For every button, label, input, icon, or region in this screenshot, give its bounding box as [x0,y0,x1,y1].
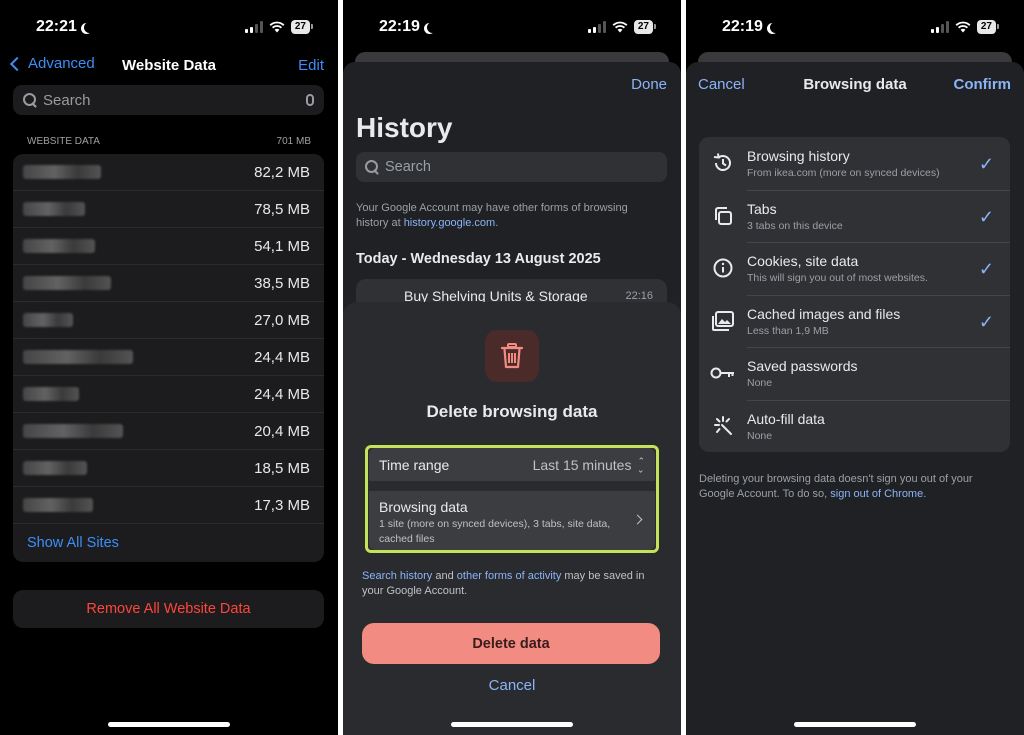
history-item-time: 22:16 [625,290,653,302]
list-item[interactable]: 82,2 MB [13,154,324,191]
blurred-site-name [23,424,123,438]
section-total: 701 MB [276,136,311,147]
list-item[interactable]: Browsing history From ikea.com (more on s… [699,137,1010,190]
list-item[interactable]: Auto-fill data None [699,399,1010,453]
status-time: 22:19 [379,18,420,35]
moon-icon [84,22,95,33]
battery-icon: 27 [633,20,657,34]
search-history-link[interactable]: Search history [362,570,432,582]
list-item[interactable]: Cached images and files Less than 1,9 MB … [699,294,1010,348]
nav-bar: Advanced Website Data Edit [0,55,338,77]
list-item[interactable]: 24,4 MB [13,339,324,376]
list-item[interactable]: 24,4 MB [13,376,324,413]
status-time: 22:19 [722,18,763,35]
blurred-site-name [23,498,93,512]
list-item[interactable]: 54,1 MB [13,228,324,265]
wifi-icon [612,21,628,33]
status-bar: 22:19 27 [686,0,1024,56]
history-google-link[interactable]: history.google.com [404,217,496,229]
autofill-icon [699,415,747,437]
battery-icon: 27 [290,20,314,34]
history-screen: 22:19 27 Done History Search Your Google… [343,0,681,735]
wifi-icon [269,21,285,33]
done-button[interactable]: Done [631,76,667,93]
status-bar: 22:21 27 [0,0,338,56]
microphone-icon[interactable] [306,94,314,106]
tabs-icon [699,205,747,227]
search-placeholder: Search [43,91,91,109]
account-note: Your Google Account may have other forms… [356,202,628,229]
nav-bar: Cancel Browsing data Confirm [686,76,1024,96]
moon-icon [770,22,781,33]
delete-data-button[interactable]: Delete data [362,623,660,664]
website-list: 82,2 MB 78,5 MB 54,1 MB 38,5 MB 27,0 MB … [13,154,324,562]
data-type-list: Browsing history From ikea.com (more on s… [699,137,1010,452]
blurred-site-name [23,202,85,216]
section-header: WEBSITE DATA 701 MB [27,136,311,147]
blurred-site-name [23,165,101,179]
image-icon [699,310,747,332]
status-time: 22:21 [36,18,77,35]
home-indicator [451,722,573,727]
blurred-site-name [23,276,111,290]
home-indicator [108,722,230,727]
trash-icon [485,330,539,382]
cellular-signal-icon [244,21,263,33]
list-item[interactable]: 17,3 MB [13,487,324,524]
cellular-signal-icon [587,21,606,33]
info-icon [699,257,747,279]
history-icon [699,152,747,174]
show-all-sites-link[interactable]: Show All Sites [13,524,324,562]
list-item[interactable]: 20,4 MB [13,413,324,450]
blurred-site-name [23,239,95,253]
list-item[interactable]: Cookies, site data This will sign you out… [699,242,1010,295]
blurred-site-name [23,313,73,327]
wifi-icon [955,21,971,33]
highlight-box [365,445,659,553]
website-data-screen: 22:21 27 Advanced Website Data Edit Sear… [0,0,338,735]
browsing-data-screen: 22:19 27 Cancel Browsing data Confirm Br… [686,0,1024,735]
page-title: Website Data [122,57,216,74]
blurred-site-name [23,350,133,364]
footer-note: Deleting your browsing data doesn't sign… [699,473,973,500]
search-placeholder: Search [385,159,431,175]
search-icon [23,93,37,107]
search-icon [365,160,379,174]
status-bar: 22:19 27 [343,0,681,56]
list-item[interactable]: 27,0 MB [13,302,324,339]
checkmark-icon: ✓ [978,154,994,174]
activity-note: Search history and other forms of activi… [362,570,645,597]
blurred-site-name [23,387,79,401]
other-activity-link[interactable]: other forms of activity [457,570,562,582]
search-input[interactable]: Search [13,85,324,115]
checkmark-icon: ✓ [978,206,994,227]
remove-all-button[interactable]: Remove All Website Data [13,590,324,628]
day-header: Today - Wednesday 13 August 2025 [356,251,601,267]
list-item[interactable]: 78,5 MB [13,191,324,228]
blurred-site-name [23,461,87,475]
dialog-title: Delete browsing data [426,402,598,421]
page-title: History [356,112,453,143]
checkmark-icon: ✓ [978,259,994,279]
confirm-button[interactable]: Confirm [954,76,1012,93]
key-icon [699,365,747,381]
list-item[interactable]: 18,5 MB [13,450,324,487]
checkmark-icon: ✓ [978,311,994,332]
moon-icon [427,22,438,33]
list-item[interactable]: Tabs 3 tabs on this device ✓ [699,189,1010,243]
cellular-signal-icon [930,21,949,33]
battery-icon: 27 [976,20,1000,34]
list-item[interactable]: Saved passwords None [699,347,1010,400]
home-indicator [794,722,916,727]
sign-out-link[interactable]: sign out of Chrome [830,488,923,500]
cancel-button[interactable]: Cancel [343,677,681,694]
search-input[interactable]: Search [356,152,667,182]
list-item[interactable]: 38,5 MB [13,265,324,302]
edit-button[interactable]: Edit [298,57,324,74]
section-label: WEBSITE DATA [27,136,100,147]
